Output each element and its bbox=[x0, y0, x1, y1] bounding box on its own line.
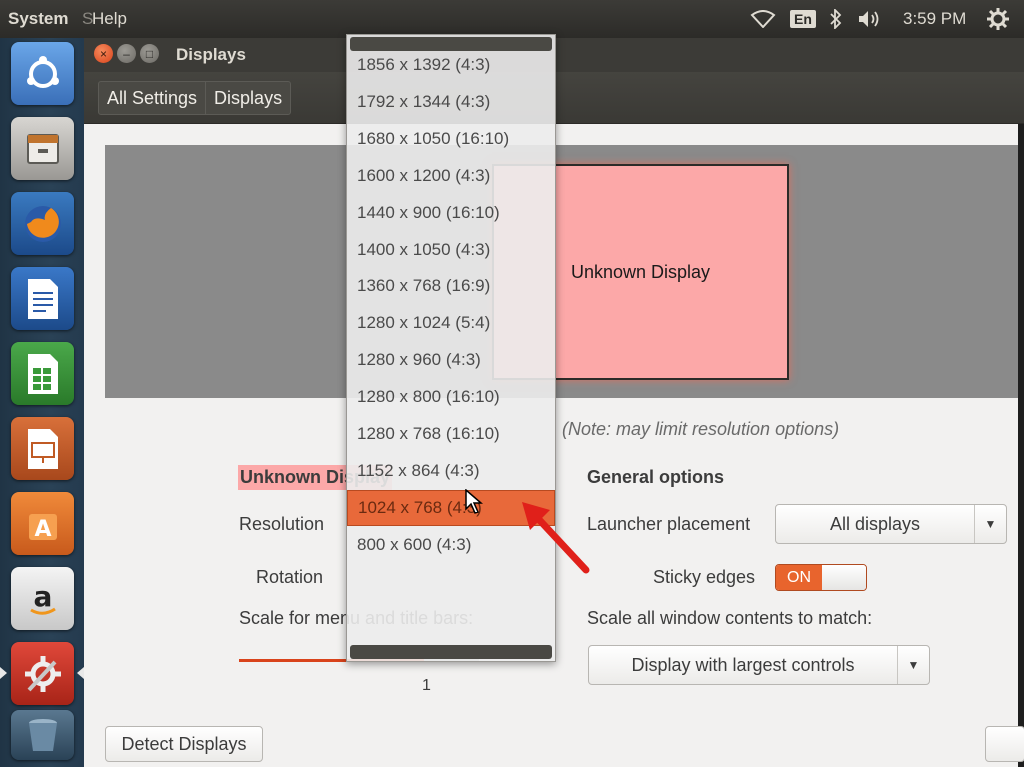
amazon-icon[interactable]: a bbox=[11, 567, 74, 630]
sticky-edges-state: ON bbox=[776, 565, 822, 590]
resolution-option[interactable]: 1280 x 800 (16:10) bbox=[347, 379, 555, 415]
resolution-option[interactable]: 1440 x 900 (16:10) bbox=[347, 195, 555, 231]
system-settings-icon[interactable] bbox=[11, 642, 74, 705]
volume-icon[interactable] bbox=[856, 0, 886, 38]
clock[interactable]: 3:59 PM bbox=[903, 9, 966, 29]
window-title: Displays bbox=[176, 45, 246, 64]
software-center-icon[interactable]: A bbox=[11, 492, 74, 555]
general-options-heading: General options bbox=[587, 467, 725, 487]
sticky-edges-switch[interactable]: ON bbox=[775, 564, 867, 591]
dash-home-icon[interactable] bbox=[11, 42, 74, 105]
resolution-option[interactable]: 1792 x 1344 (4:3) bbox=[347, 84, 555, 120]
display-arrangement-area[interactable]: Unknown Display bbox=[105, 145, 1018, 398]
resolution-option[interactable]: 1680 x 1050 (16:10) bbox=[347, 121, 555, 157]
resolution-option[interactable]: 1152 x 864 (4:3) bbox=[347, 453, 555, 489]
chevron-down-icon: ▼ bbox=[897, 646, 929, 684]
resolution-option[interactable]: 1400 x 1050 (4:3) bbox=[347, 232, 555, 268]
scale-all-value: Display with largest controls bbox=[631, 654, 855, 675]
detect-displays-label: Detect Displays bbox=[121, 733, 247, 754]
launcher-placement-value: All displays bbox=[829, 513, 921, 534]
breadcrumb: All Settings Displays bbox=[98, 81, 292, 115]
svg-text:A: A bbox=[34, 517, 51, 542]
scale-all-label: Scale all window contents to match: bbox=[587, 608, 873, 628]
breadcrumb-all-settings[interactable]: All Settings bbox=[99, 82, 207, 114]
keyboard-layout-label: En bbox=[790, 10, 816, 28]
help-menu[interactable]: Help bbox=[92, 9, 127, 29]
bluetooth-icon[interactable] bbox=[826, 0, 846, 38]
resolution-label: Resolution bbox=[239, 514, 325, 534]
libreoffice-calc-icon[interactable] bbox=[11, 342, 74, 405]
firefox-icon[interactable] bbox=[11, 192, 74, 255]
launcher: A a bbox=[0, 38, 84, 767]
resolution-option[interactable]: 1600 x 1200 (4:3) bbox=[347, 158, 555, 194]
scale-all-combo[interactable]: Display with largest controls ▼ bbox=[588, 645, 930, 685]
switch-knob bbox=[822, 565, 866, 590]
scroll-down-arrow[interactable] bbox=[350, 645, 552, 659]
files-icon[interactable] bbox=[11, 117, 74, 180]
detect-displays-button[interactable]: Detect Displays bbox=[105, 726, 263, 762]
running-indicator-left bbox=[0, 667, 7, 679]
monitor-preview-label: Unknown Display bbox=[570, 261, 711, 282]
window-close-button[interactable]: × bbox=[94, 44, 113, 63]
trash-icon[interactable] bbox=[11, 710, 74, 760]
resolution-note: (Note: may limit resolution options) bbox=[562, 419, 840, 439]
launcher-placement-combo[interactable]: All displays ▼ bbox=[775, 504, 1007, 544]
launcher-placement-label: Launcher placement bbox=[587, 514, 751, 534]
top-panel: System S Help En 3:59 PM bbox=[0, 0, 1024, 38]
resolution-option[interactable]: 1280 x 960 (4:3) bbox=[347, 342, 555, 378]
breadcrumb-displays[interactable]: Displays bbox=[206, 82, 290, 114]
resolution-option[interactable]: 1280 x 768 (16:10) bbox=[347, 416, 555, 452]
resolution-option[interactable]: 1280 x 1024 (5:4) bbox=[347, 305, 555, 341]
apply-button-partial[interactable] bbox=[985, 726, 1024, 762]
chevron-down-icon: ▼ bbox=[974, 505, 1006, 543]
annotation-arrow-icon bbox=[522, 502, 590, 574]
libreoffice-writer-icon[interactable] bbox=[11, 267, 74, 330]
svg-text:a: a bbox=[33, 580, 52, 613]
running-indicator-right bbox=[77, 667, 84, 679]
libreoffice-impress-icon[interactable] bbox=[11, 417, 74, 480]
resolution-option[interactable]: 1856 x 1392 (4:3) bbox=[347, 47, 555, 83]
resolution-option[interactable]: 1360 x 768 (16:9) bbox=[347, 268, 555, 304]
app-menu-title[interactable]: System bbox=[8, 9, 68, 29]
window-maximize-button[interactable]: □ bbox=[140, 44, 159, 63]
keyboard-layout-indicator[interactable]: En bbox=[788, 0, 818, 38]
session-gear-icon[interactable] bbox=[984, 0, 1012, 38]
scale-slider-value: 1 bbox=[422, 677, 431, 694]
sticky-edges-label: Sticky edges bbox=[653, 567, 756, 587]
mouse-pointer-icon bbox=[465, 489, 484, 514]
window-minimize-button[interactable]: – bbox=[117, 44, 136, 63]
rotation-label: Rotation bbox=[256, 567, 324, 587]
network-wifi-icon[interactable] bbox=[748, 0, 778, 38]
